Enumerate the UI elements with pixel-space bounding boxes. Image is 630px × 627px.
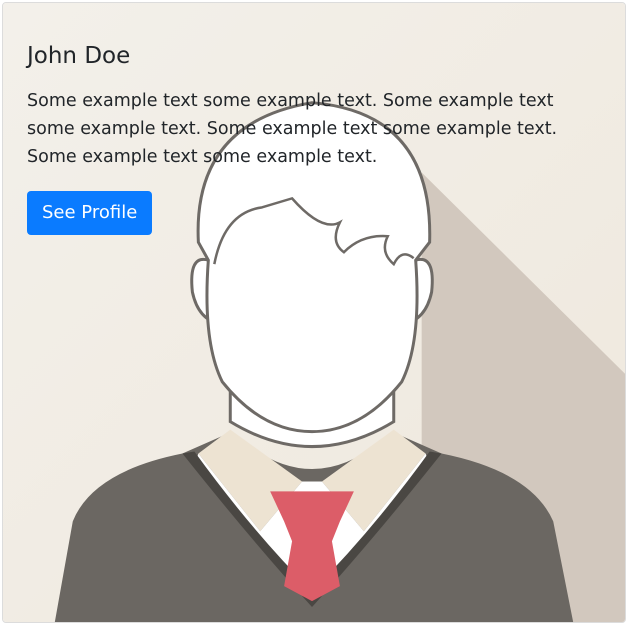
see-profile-button[interactable]: See Profile: [27, 190, 153, 235]
profile-card: John Doe Some example text some example …: [2, 2, 626, 623]
card-body: John Doe Some example text some example …: [3, 3, 625, 255]
card-title: John Doe: [27, 43, 131, 69]
card-text: Some example text some example text. Som…: [27, 90, 558, 167]
